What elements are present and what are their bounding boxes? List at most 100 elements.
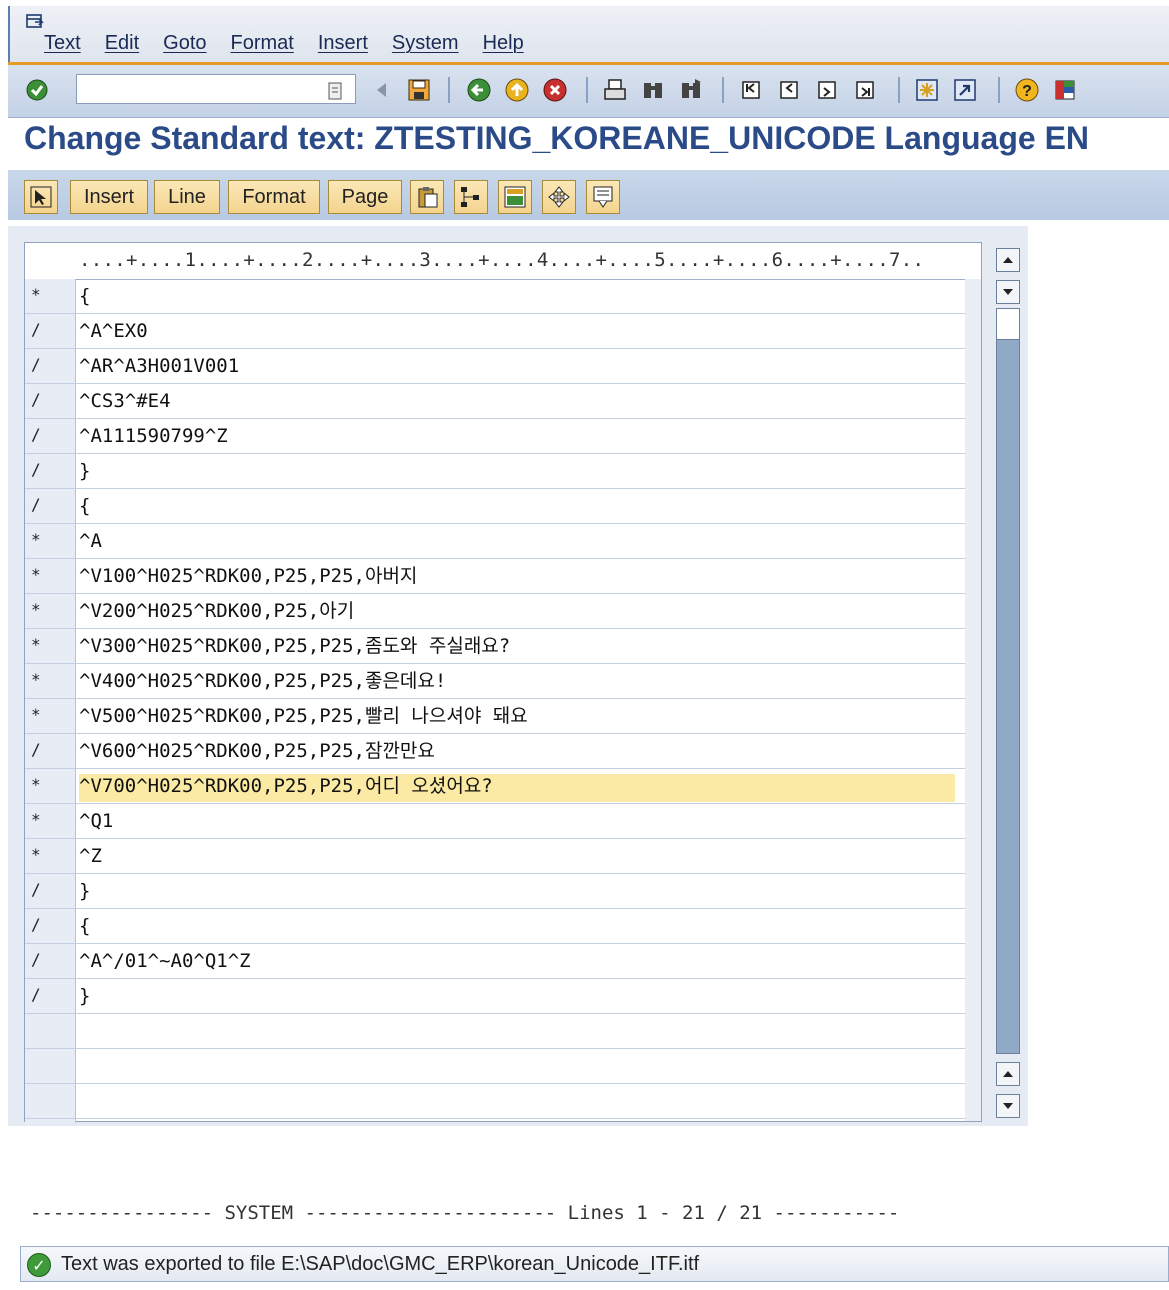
scroll-down-icon[interactable] — [996, 1094, 1020, 1118]
line-text[interactable]: ^V600^H025^RDK00,P25,P25,잠깐만요 — [79, 739, 955, 767]
editor-line[interactable] — [25, 1049, 965, 1084]
paragraph-format[interactable]: * — [31, 670, 71, 689]
shortcut-icon[interactable] — [952, 77, 978, 103]
editor-line[interactable]: * ^A — [25, 524, 965, 559]
vertical-scrollbar[interactable] — [992, 242, 1024, 1122]
editor-line[interactable]: * ^V700^H025^RDK00,P25,P25,어디 오셨어요? — [25, 769, 965, 804]
menu-text[interactable]: Text — [44, 32, 81, 55]
scroll-track[interactable] — [996, 308, 1020, 1054]
line-text[interactable]: ^A^EX0 — [79, 319, 955, 347]
paragraph-format[interactable]: / — [31, 915, 71, 934]
paragraph-format[interactable]: / — [31, 390, 71, 409]
editor-line[interactable]: * ^Z — [25, 839, 965, 874]
line-text[interactable]: { — [79, 914, 955, 942]
paste-icon[interactable] — [410, 180, 444, 214]
find-icon[interactable] — [640, 77, 666, 103]
save-icon[interactable] — [406, 77, 432, 103]
editor-line[interactable]: / ^A111590799^Z — [25, 419, 965, 454]
editor-line[interactable]: * ^Q1 — [25, 804, 965, 839]
line-text[interactable]: ^Z — [79, 844, 955, 872]
line-text[interactable]: } — [79, 879, 955, 907]
page-up-icon[interactable] — [996, 1062, 1020, 1086]
line-text[interactable]: ^A — [79, 529, 955, 557]
create-session-icon[interactable] — [914, 77, 940, 103]
help-icon[interactable]: ? — [1014, 77, 1040, 103]
text-editor[interactable]: ....+....1....+....2....+....3....+....4… — [24, 242, 982, 1123]
enter-icon[interactable] — [24, 77, 50, 103]
menu-edit[interactable]: Edit — [105, 32, 139, 55]
last-page-icon[interactable] — [852, 77, 878, 103]
paragraph-format[interactable]: * — [31, 635, 71, 654]
page-down-icon[interactable] — [996, 280, 1020, 304]
scroll-up-icon[interactable] — [996, 248, 1020, 272]
paragraph-format[interactable]: / — [31, 740, 71, 759]
exit-icon[interactable] — [504, 77, 530, 103]
editor-line[interactable]: /} — [25, 979, 965, 1014]
line-text[interactable]: ^V500^H025^RDK00,P25,P25,빨리 나으셔야 돼요 — [79, 704, 955, 732]
first-page-icon[interactable] — [738, 77, 764, 103]
back-icon[interactable] — [466, 77, 492, 103]
menu-help[interactable]: Help — [483, 32, 524, 55]
line-text[interactable]: ^A^/01^~A0^Q1^Z — [79, 949, 955, 977]
paragraph-format[interactable]: / — [31, 950, 71, 969]
paragraph-format[interactable]: / — [31, 320, 71, 339]
editor-line[interactable]: /{ — [25, 909, 965, 944]
move-icon[interactable] — [542, 180, 576, 214]
menu-system[interactable]: System — [392, 32, 459, 55]
system-menu-icon[interactable] — [26, 14, 44, 30]
scroll-thumb[interactable] — [997, 309, 1019, 340]
menu-insert[interactable]: Insert — [318, 32, 368, 55]
editor-line[interactable] — [25, 1084, 965, 1119]
paragraph-format[interactable]: * — [31, 810, 71, 829]
paragraph-format[interactable]: * — [31, 565, 71, 584]
editor-line[interactable]: * ^V400^H025^RDK00,P25,P25,좋은데요! — [25, 664, 965, 699]
paragraph-format[interactable]: * — [31, 845, 71, 864]
editor-line[interactable]: * ^V200^H025^RDK00,P25,아기 — [25, 594, 965, 629]
page-button[interactable]: Page — [328, 180, 402, 214]
paragraph-format[interactable]: * — [31, 705, 71, 724]
editor-line[interactable]: / ^AR^A3H001V001 — [25, 349, 965, 384]
editor-line[interactable] — [25, 1014, 965, 1049]
paragraph-format[interactable]: / — [31, 425, 71, 444]
line-text[interactable]: { — [79, 494, 955, 522]
paragraph-format[interactable]: * — [31, 775, 71, 794]
paragraph-format[interactable]: / — [31, 985, 71, 1004]
dropdown-icon[interactable] — [322, 78, 348, 104]
paragraph-format[interactable]: * — [31, 530, 71, 549]
editor-line[interactable]: / ^A^EX0 — [25, 314, 965, 349]
line-button[interactable]: Line — [154, 180, 220, 214]
line-text[interactable]: ^V400^H025^RDK00,P25,P25,좋은데요! — [79, 669, 955, 697]
line-text[interactable]: } — [79, 459, 955, 487]
paragraph-format[interactable]: * — [31, 285, 71, 304]
editor-line[interactable]: / ^CS3^#E4 — [25, 384, 965, 419]
structure-icon[interactable] — [454, 180, 488, 214]
editor-line[interactable]: *{ — [25, 279, 965, 314]
line-text[interactable]: ^V200^H025^RDK00,P25,아기 — [79, 599, 955, 627]
editor-line[interactable]: * ^V300^H025^RDK00,P25,P25,좀도와 주실래요? — [25, 629, 965, 664]
select-icon[interactable] — [24, 180, 58, 214]
editor-line[interactable]: / ^A^/01^~A0^Q1^Z — [25, 944, 965, 979]
paragraph-format[interactable]: * — [31, 600, 71, 619]
line-text[interactable] — [79, 1089, 955, 1117]
menu-goto[interactable]: Goto — [163, 32, 206, 55]
line-text[interactable]: ^V300^H025^RDK00,P25,P25,좀도와 주실래요? — [79, 634, 955, 662]
layout-icon[interactable] — [1052, 77, 1078, 103]
print-icon[interactable] — [602, 77, 628, 103]
paragraph-format[interactable]: / — [31, 495, 71, 514]
text-display-icon[interactable] — [586, 180, 620, 214]
editor-line[interactable]: /{ — [25, 489, 965, 524]
line-text[interactable]: ^V100^H025^RDK00,P25,P25,아버지 — [79, 564, 955, 592]
cancel-icon[interactable] — [542, 77, 568, 103]
line-text[interactable]: ^CS3^#E4 — [79, 389, 955, 417]
line-text[interactable] — [79, 1054, 955, 1082]
editor-line[interactable]: /} — [25, 454, 965, 489]
line-text[interactable]: ^AR^A3H001V001 — [79, 354, 955, 382]
paragraph-format[interactable]: / — [31, 355, 71, 374]
editor-line[interactable]: /} — [25, 874, 965, 909]
line-text[interactable]: ^Q1 — [79, 809, 955, 837]
editor-line[interactable]: / ^V600^H025^RDK00,P25,P25,잠깐만요 — [25, 734, 965, 769]
command-field[interactable] — [76, 74, 356, 104]
line-text[interactable]: ^A111590799^Z — [79, 424, 955, 452]
editor-line[interactable]: * ^V100^H025^RDK00,P25,P25,아버지 — [25, 559, 965, 594]
format-button[interactable]: Format — [228, 180, 320, 214]
